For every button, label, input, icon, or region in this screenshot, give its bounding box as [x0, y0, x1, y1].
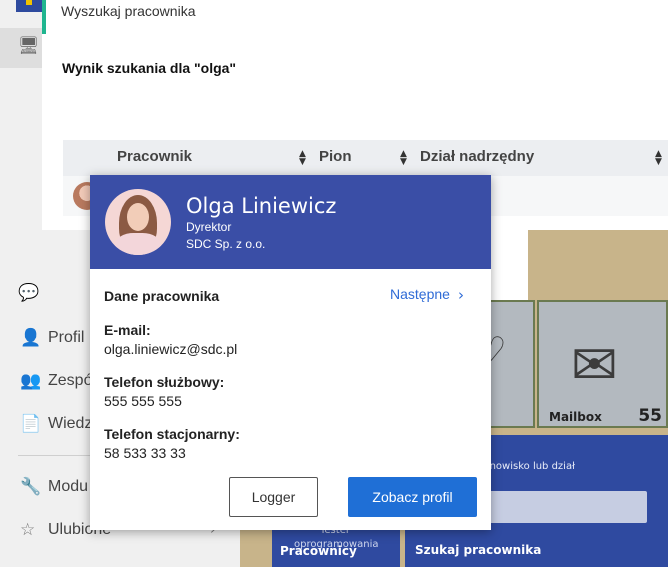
sidebar-item-label: Modu [48, 478, 89, 495]
column-header-pion[interactable]: Pion [319, 148, 352, 165]
sidebar-item-label: Profil [48, 329, 85, 346]
tile-mailbox-label: Mailbox [549, 410, 602, 424]
monitor-icon: 🖥 [18, 36, 40, 56]
next-link[interactable]: Następne [390, 286, 450, 302]
sort-icon[interactable]: ▲ ▼ [400, 150, 407, 167]
knowledge-icon: 📄 [20, 414, 42, 434]
avatar [105, 189, 171, 255]
column-header-dzial[interactable]: Dział nadrzędny [420, 148, 534, 165]
landline-value: 58 533 33 33 [104, 445, 186, 461]
envelope-icon: ✉ [571, 333, 618, 398]
sidebar-item-label: Zespó [48, 372, 93, 389]
panel-accent [42, 0, 46, 34]
chevron-right-icon[interactable]: › [458, 286, 464, 304]
panel-title: Wyszukaj pracownika [61, 3, 196, 19]
sort-icon[interactable]: ▲ ▼ [655, 150, 662, 167]
view-profile-button[interactable]: Zobacz profil [348, 477, 477, 517]
employee-card-header: Olga Liniewicz Dyrektor SDC Sp. z o.o. [90, 175, 491, 269]
tile-mailbox[interactable]: ✉ Mailbox 55 [537, 300, 668, 428]
landline-label: Telefon stacjonarny: [104, 426, 240, 442]
tile-pracownicy-title: Pracownicy [280, 544, 357, 558]
column-header-pracownik[interactable]: Pracownik [117, 148, 192, 165]
wrench-icon: 🔧 [20, 477, 42, 497]
search-result-heading: Wynik szukania dla "olga" [62, 60, 237, 76]
sidebar-item-label: Wiedz [48, 415, 93, 432]
work-phone-value: 555 555 555 [104, 393, 182, 409]
sort-icon[interactable]: ▲ ▼ [299, 150, 306, 167]
email-value: olga.liniewicz@sdc.pl [104, 341, 238, 357]
employee-role: Dyrektor [186, 220, 232, 234]
chat-icon: 💬 [18, 283, 40, 303]
table-header: Pracownik ▲ ▼ Pion ▲ ▼ Dział nadrzędny ▲ ▼ [63, 140, 668, 176]
section-title: Dane pracownika [104, 288, 220, 304]
team-icon: 👥 [20, 371, 42, 391]
employee-company: SDC Sp. z o.o. [186, 237, 266, 251]
person-icon: 👤 [20, 328, 42, 348]
work-phone-label: Telefon służbowy: [104, 374, 225, 390]
logger-button[interactable]: Logger [229, 477, 318, 517]
app-logo [16, 0, 42, 12]
search-employee-button[interactable]: Szukaj pracownika [415, 543, 541, 557]
employee-name: Olga Liniewicz [186, 194, 337, 218]
tile-mailbox-count: 55 [638, 406, 662, 426]
email-label: E-mail: [104, 322, 151, 338]
star-icon: ☆ [20, 520, 36, 540]
employee-card: Olga Liniewicz Dyrektor SDC Sp. z o.o. D… [90, 175, 491, 530]
